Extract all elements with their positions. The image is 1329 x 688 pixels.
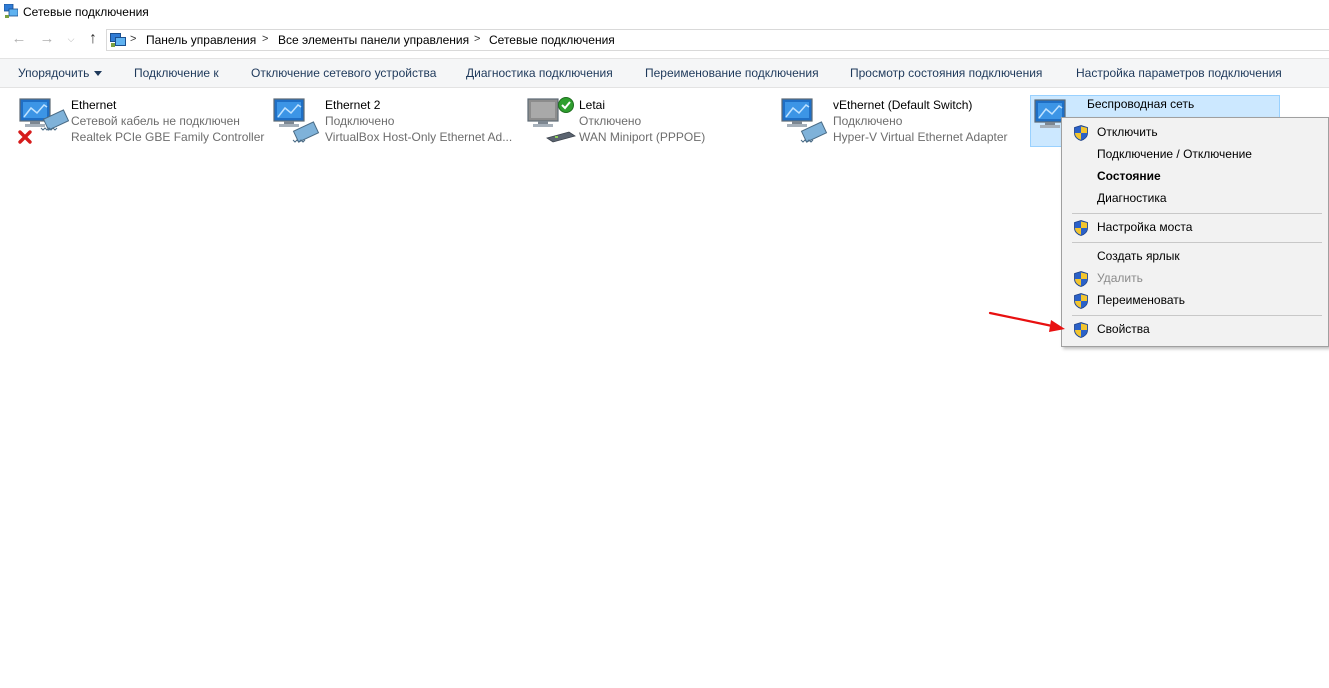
organize-label: Упорядочить: [18, 66, 90, 80]
window-titlebar: Сетевые подключения: [0, 0, 1329, 24]
menu-item-label: Отключить: [1097, 125, 1158, 139]
window-title: Сетевые подключения: [23, 5, 149, 19]
back-arrow-icon[interactable]: ←: [10, 30, 28, 48]
ethernet-disconnected-icon: [18, 98, 69, 144]
menu-separator: [1072, 315, 1322, 316]
connection-item-ethernet[interactable]: Ethernet Сетевой кабель не подключен Rea…: [17, 96, 267, 148]
connection-item-ethernet-2[interactable]: Ethernet 2 Подключено VirtualBox Host-On…: [271, 96, 521, 148]
breadcrumb-chevron-icon: >: [262, 33, 269, 45]
network-connections-icon: [4, 4, 18, 18]
menu-separator: [1072, 242, 1322, 243]
breadcrumb-chevron-icon: >: [130, 33, 137, 45]
menu-item-diagnostics[interactable]: Диагностика: [1063, 188, 1325, 210]
menu-item-label: Свойства: [1097, 322, 1150, 336]
menu-item-rename[interactable]: Переименовать: [1063, 290, 1325, 312]
connection-device: Realtek PCIe GBE Family Controller: [71, 130, 265, 144]
menu-item-label: Создать ярлык: [1097, 249, 1180, 263]
menu-item-connect-disconnect[interactable]: Подключение / Отключение: [1063, 144, 1325, 166]
address-bar[interactable]: > Панель управления > Все элементы панел…: [106, 29, 1329, 51]
connection-name: Беспроводная сеть: [1087, 97, 1195, 111]
uac-shield-icon: [1074, 220, 1088, 236]
uac-shield-icon: [1074, 293, 1088, 309]
dropdown-arrow-icon: [94, 71, 103, 77]
menu-separator: [1072, 213, 1322, 214]
ethernet-icon: [781, 98, 828, 143]
breadcrumb-all-items[interactable]: Все элементы панели управления: [278, 33, 469, 47]
connection-item-vethernet[interactable]: vEthernet (Default Switch) Подключено Hy…: [779, 96, 1029, 148]
context-menu: Отключить Подключение / Отключение Состо…: [1061, 117, 1329, 347]
menu-item-properties[interactable]: Свойства: [1063, 319, 1325, 341]
connection-status: Отключено: [579, 114, 642, 128]
menu-item-status[interactable]: Состояние: [1063, 166, 1325, 188]
control-panel-icon: [110, 33, 126, 47]
connection-device: VirtualBox Host-Only Ethernet Ad...: [325, 130, 513, 144]
menu-item-label: Переименовать: [1097, 293, 1185, 307]
connection-name: Ethernet 2: [325, 98, 381, 112]
ethernet-icon: [273, 98, 320, 143]
menu-item-label: Удалить: [1097, 271, 1143, 285]
connection-status: Подключено: [325, 114, 395, 128]
connection-name: vEthernet (Default Switch): [833, 98, 973, 112]
connection-item-letai[interactable]: Letai Отключено WAN Miniport (PPPOE): [525, 96, 775, 148]
menu-item-disable[interactable]: Отключить: [1063, 122, 1325, 144]
connection-device: WAN Miniport (PPPOE): [579, 130, 706, 144]
command-bar: Упорядочить Подключение к Отключение сет…: [0, 58, 1329, 88]
connection-status: Сетевой кабель не подключен: [71, 114, 240, 128]
navigation-bar: ← → ⌵ ↑ > Панель управления > Все элемен…: [0, 26, 1329, 54]
menu-item-bridge-connections[interactable]: Настройка моста: [1063, 217, 1325, 239]
connection-device: Hyper-V Virtual Ethernet Adapter: [833, 130, 1008, 144]
dialup-connection-icon: [527, 97, 576, 143]
recent-locations-chevron-icon[interactable]: ⌵: [62, 30, 80, 48]
menu-item-label: Диагностика: [1097, 191, 1167, 205]
menu-item-label: Подключение / Отключение: [1097, 147, 1252, 161]
breadcrumb-chevron-icon: >: [474, 33, 481, 45]
breadcrumb-control-panel[interactable]: Панель управления: [146, 33, 256, 47]
up-arrow-icon[interactable]: ↑: [84, 30, 102, 48]
menu-item-delete: Удалить: [1063, 268, 1325, 290]
uac-shield-icon: [1074, 322, 1088, 338]
connection-status: Подключено: [833, 114, 903, 128]
breadcrumb-network-connections[interactable]: Сетевые подключения: [489, 33, 615, 47]
diagnose-button[interactable]: Диагностика подключения: [466, 66, 613, 80]
uac-shield-icon: [1074, 125, 1088, 141]
disable-device-button[interactable]: Отключение сетевого устройства: [251, 66, 436, 80]
connection-name: Ethernet: [71, 98, 117, 112]
change-settings-button[interactable]: Настройка параметров подключения: [1076, 66, 1282, 80]
connect-to-button[interactable]: Подключение к: [134, 66, 219, 80]
organize-button[interactable]: Упорядочить: [18, 66, 103, 80]
connection-name: Letai: [579, 98, 606, 112]
forward-arrow-icon[interactable]: →: [38, 30, 56, 48]
menu-item-create-shortcut[interactable]: Создать ярлык: [1063, 246, 1325, 268]
uac-shield-icon: [1074, 271, 1088, 287]
menu-item-label: Состояние: [1097, 169, 1161, 183]
annotation-arrow-icon: [988, 311, 1065, 332]
view-status-button[interactable]: Просмотр состояния подключения: [850, 66, 1042, 80]
menu-item-label: Настройка моста: [1097, 220, 1193, 234]
rename-button[interactable]: Переименование подключения: [645, 66, 819, 80]
